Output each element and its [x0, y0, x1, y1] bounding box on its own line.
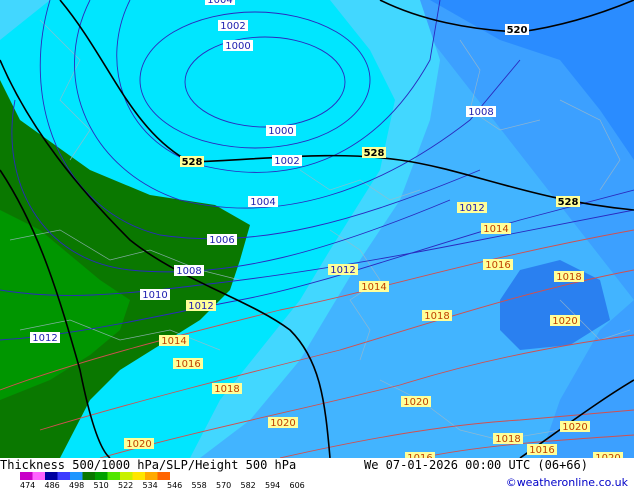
slp-label: 1018	[554, 271, 584, 283]
slp-label: 1008	[174, 265, 204, 277]
credit-text[interactable]: ©weatheronline.co.uk	[506, 476, 628, 489]
slp-label: 1014	[159, 335, 189, 347]
slp-label: 1014	[359, 281, 389, 293]
legend-swatch	[32, 472, 45, 480]
svg-text:1002: 1002	[274, 156, 299, 167]
svg-text:528: 528	[182, 157, 203, 168]
svg-text:1014: 1014	[161, 336, 186, 347]
legend-tick-label: 570	[216, 481, 231, 490]
slp-label: 1002	[272, 155, 302, 167]
slp-label: 1014	[481, 223, 511, 235]
svg-text:1020: 1020	[270, 418, 295, 429]
svg-text:1014: 1014	[483, 224, 508, 235]
slp-label: 1008	[466, 106, 496, 118]
slp-label: 1012	[186, 300, 216, 312]
legend-swatch	[157, 472, 170, 480]
svg-text:1020: 1020	[403, 397, 428, 408]
legend-swatch	[120, 472, 133, 480]
legend-swatch	[82, 472, 95, 480]
slp-label: 1002	[218, 20, 248, 32]
slp-label: 1012	[30, 332, 60, 344]
svg-text:528: 528	[364, 148, 385, 159]
svg-text:1016: 1016	[485, 260, 510, 271]
svg-text:1018: 1018	[556, 272, 581, 283]
legend-tick-label: 534	[143, 481, 158, 490]
slp-label: 1020	[401, 396, 431, 408]
svg-text:1006: 1006	[209, 235, 234, 246]
height-label: 528	[362, 147, 386, 159]
svg-text:1008: 1008	[176, 266, 201, 277]
legend-swatch	[57, 472, 70, 480]
slp-label: 1020	[124, 438, 154, 450]
slp-label: 1018	[422, 310, 452, 322]
legend-tick-label: 486	[45, 481, 60, 490]
slp-label: 1020	[550, 315, 580, 327]
svg-text:1016: 1016	[175, 359, 200, 370]
slp-label: 1012	[457, 202, 487, 214]
legend-tick-label: 582	[241, 481, 256, 490]
slp-label: 1004	[205, 0, 235, 6]
svg-text:1018: 1018	[424, 311, 449, 322]
svg-text:1020: 1020	[126, 439, 151, 450]
legend-tick-label: 498	[69, 481, 84, 490]
legend-tick-label: 510	[94, 481, 109, 490]
svg-text:1008: 1008	[468, 107, 493, 118]
legend-tick-label: 522	[118, 481, 133, 490]
svg-text:1004: 1004	[250, 197, 275, 208]
svg-text:1016: 1016	[529, 445, 554, 456]
legend-tick-label: 474	[20, 481, 35, 490]
svg-text:1018: 1018	[495, 434, 520, 445]
svg-text:1018: 1018	[214, 384, 239, 395]
svg-text:1000: 1000	[268, 126, 293, 137]
legend-swatch	[70, 472, 83, 480]
slp-label: 1000	[266, 125, 296, 137]
slp-label: 1004	[248, 196, 278, 208]
svg-text:1020: 1020	[552, 316, 577, 327]
svg-text:1014: 1014	[361, 282, 386, 293]
slp-label: 1020	[268, 417, 298, 429]
svg-text:1000: 1000	[225, 41, 250, 52]
slp-label: 1000	[223, 40, 253, 52]
legend-tick-label: 546	[167, 481, 182, 490]
slp-label: 1016	[173, 358, 203, 370]
slp-label: 1016	[527, 444, 557, 456]
slp-label: 1006	[207, 234, 237, 246]
svg-text:1010: 1010	[142, 290, 167, 301]
legend-tick-label: 594	[265, 481, 280, 490]
legend-swatch	[145, 472, 158, 480]
legend-swatch	[95, 472, 108, 480]
footer: Thickness 500/1000 hPa/SLP/Height 500 hP…	[0, 458, 634, 490]
svg-text:1012: 1012	[32, 333, 57, 344]
svg-text:1002: 1002	[220, 21, 245, 32]
map-datetime: We 07-01-2026 00:00 UTC (06+66)	[364, 458, 588, 472]
height-label: 520	[505, 24, 529, 36]
slp-label: 1018	[493, 433, 523, 445]
height-label: 528	[180, 156, 204, 168]
height-label: 528	[556, 196, 580, 208]
legend-tick-label: 558	[192, 481, 207, 490]
slp-label: 1016	[483, 259, 513, 271]
legend-swatch	[20, 472, 33, 480]
svg-text:1012: 1012	[330, 265, 355, 276]
legend-tick-label: 606	[290, 481, 305, 490]
legend-swatch	[132, 472, 145, 480]
legend-swatch	[107, 472, 120, 480]
svg-text:1004: 1004	[207, 0, 232, 6]
color-legend: 474 486 498 510 522 534 546 558 570 582 594 606	[20, 472, 305, 490]
svg-text:1012: 1012	[188, 301, 213, 312]
slp-label: 1012	[328, 264, 358, 276]
svg-text:528: 528	[558, 197, 579, 208]
svg-text:1012: 1012	[459, 203, 484, 214]
svg-text:1020: 1020	[562, 422, 587, 433]
slp-label: 1010	[140, 289, 170, 301]
svg-text:520: 520	[507, 25, 528, 36]
slp-label: 1018	[212, 383, 242, 395]
slp-label: 1020	[560, 421, 590, 433]
weather-map: 1004 1002 1000 1000 1002 1004 1006 1008 …	[0, 0, 634, 458]
legend-swatch	[45, 472, 58, 480]
